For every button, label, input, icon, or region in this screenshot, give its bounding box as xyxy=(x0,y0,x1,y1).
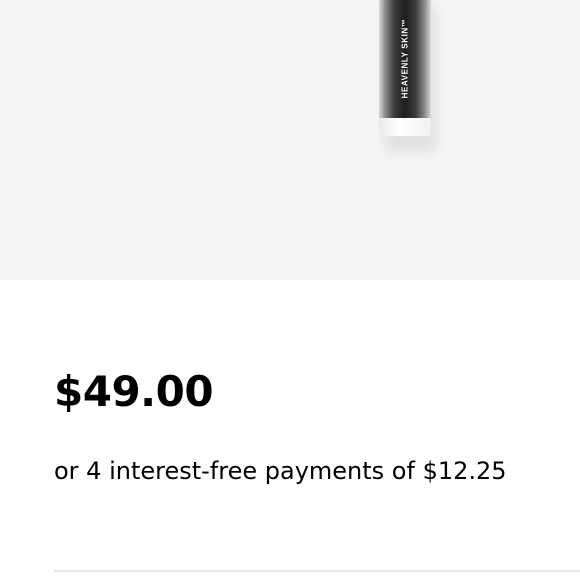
product-price: $49.00 xyxy=(54,367,214,416)
product-tube-image: HEAVENLY SKIN™ xyxy=(379,0,437,152)
tube-brand-label: HEAVENLY SKIN™ xyxy=(397,4,413,112)
section-divider xyxy=(54,570,580,572)
product-image[interactable]: HEAVENLY SKIN™ xyxy=(0,0,580,280)
product-page: HEAVENLY SKIN™ $49.00 or 4 interest-free… xyxy=(0,0,580,580)
installment-payments-text: or 4 interest-free payments of $12.25 xyxy=(54,457,507,485)
tube-brand-text: HEAVENLY SKIN™ xyxy=(400,18,410,98)
tube-cap xyxy=(379,118,431,136)
